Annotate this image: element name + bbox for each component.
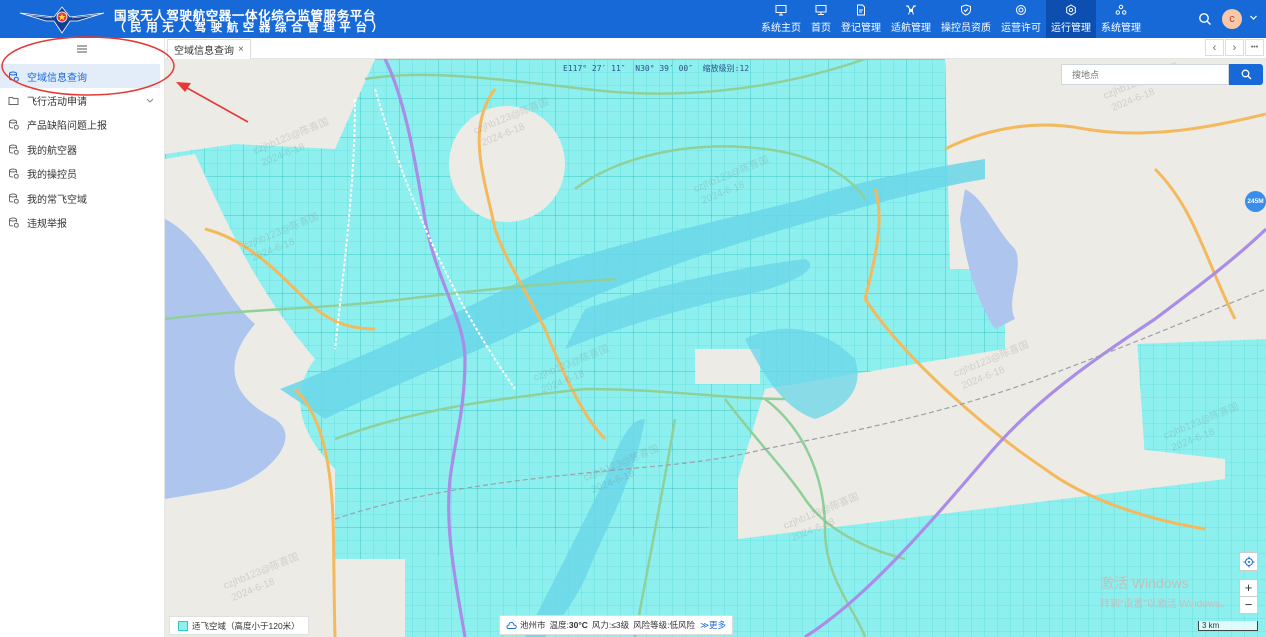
sidebar-item-defect-report[interactable]: 产品缺陷问题上报 <box>0 113 164 137</box>
weather-risk-label: 风险等级: <box>633 620 670 630</box>
stack-coin-icon <box>9 144 19 155</box>
scale-bar: 3 km <box>1198 621 1258 631</box>
nav-item-airworthiness[interactable]: 适航管理 <box>886 0 936 38</box>
chevron-down-icon[interactable] <box>1249 13 1258 22</box>
sidebar-item-label: 我的航空器 <box>27 145 77 157</box>
weather-city: 池州市 <box>520 620 546 630</box>
sidebar-menu: 空域信息查询 飞行活动申请 产品缺陷问题上报 我的航空器 我的操控员 我的常飞空… <box>0 64 164 235</box>
weather-temp: 30°C <box>568 620 588 630</box>
weather-risk: 低风险 <box>669 620 696 630</box>
stack-coin-icon <box>9 71 19 82</box>
tab-prev-button[interactable]: ‹ <box>1205 39 1224 56</box>
nav-label: 操控员资质 <box>941 23 991 34</box>
weather-wind: ≤3级 <box>611 620 630 630</box>
nav-label: 运行管理 <box>1051 23 1091 34</box>
chevron-down-icon <box>146 99 154 104</box>
caac-logo <box>19 6 105 34</box>
monitor-icon <box>775 5 787 16</box>
map-search-button[interactable] <box>1229 64 1263 85</box>
collapse-menu-icon[interactable] <box>76 44 88 54</box>
stack-coin-icon <box>9 193 19 204</box>
nav-label: 系统管理 <box>1101 23 1141 34</box>
tab-bar: 空域信息查询 × ‹ › ••• <box>165 38 1266 59</box>
top-nav: 系统主页 首页 登记管理 适航管理 操控员资质 运营许可 运行管理 系统管理 <box>756 0 1146 38</box>
sidebar-item-label: 产品缺陷问题上报 <box>27 121 107 133</box>
map-canvas[interactable]: czjhb123@陈喜国 2024-6-18 czjhb123@陈喜国 2024… <box>165 59 1266 637</box>
altitude-badge[interactable]: 245M <box>1245 191 1266 212</box>
stack-coin-icon <box>9 119 19 131</box>
nav-item-home[interactable]: 首页 <box>806 0 836 38</box>
sidebar-item-violation-report[interactable]: 违规举报 <box>0 210 164 234</box>
folder-icon <box>8 97 19 106</box>
nav-item-registration[interactable]: 登记管理 <box>836 0 886 38</box>
nav-item-operator-qualification[interactable]: 操控员资质 <box>936 0 996 38</box>
zoom-in-button[interactable]: + <box>1239 579 1258 597</box>
weather-bar: 池州市 温度: 30°C 风力: ≤3级 风险等级: 低风险 ≫更多 <box>499 615 733 635</box>
tab-next-button[interactable]: › <box>1225 39 1244 56</box>
sidebar-item-my-aircraft[interactable]: 我的航空器 <box>0 137 164 161</box>
nav-item-system-home[interactable]: 系统主页 <box>756 0 806 38</box>
tab-more-button[interactable]: ••• <box>1245 39 1264 56</box>
land-city-patch <box>695 349 760 384</box>
zoom-out-button[interactable]: − <box>1239 596 1258 614</box>
sidebar-item-label: 我的操控员 <box>27 170 77 182</box>
sidebar-item-flight-application[interactable]: 飞行活动申请 <box>0 88 164 112</box>
search-icon[interactable] <box>1198 12 1212 26</box>
stack-coin-icon <box>9 168 19 179</box>
nav-item-operation-license[interactable]: 运营许可 <box>996 0 1046 38</box>
nav-label: 适航管理 <box>891 23 931 34</box>
cluster-icon <box>1115 4 1127 15</box>
desktop-icon <box>815 5 827 15</box>
sidebar-item-airspace-query[interactable]: 空域信息查询 <box>0 64 160 89</box>
tab-label: 空域信息查询 <box>174 46 234 57</box>
user-avatar[interactable]: c <box>1222 9 1242 29</box>
airspace-map[interactable]: czjhb123@陈喜国 2024-6-18 czjhb123@陈喜国 2024… <box>165 59 1266 637</box>
platform-subtitle: （民用无人驾驶航空器综合管理平台） <box>114 22 388 34</box>
document-icon <box>857 4 865 16</box>
sidebar-item-my-operators[interactable]: 我的操控员 <box>0 162 164 186</box>
sidebar: 空域信息查询 飞行活动申请 产品缺陷问题上报 我的航空器 我的操控员 我的常飞空… <box>0 38 165 637</box>
weather-wind-label: 风力: <box>591 620 612 630</box>
drone-icon <box>906 5 916 15</box>
sidebar-item-label: 空域信息查询 <box>27 72 87 84</box>
search-icon <box>1241 69 1251 80</box>
legend-swatch <box>178 620 188 631</box>
cloud-icon <box>506 621 517 629</box>
nav-label: 运营许可 <box>1001 23 1041 34</box>
activation-title: 激活 Windows <box>1100 575 1189 591</box>
weather-more-link[interactable]: ≫更多 <box>700 619 726 631</box>
tab-airspace-query[interactable]: 空域信息查询 × <box>167 39 251 59</box>
locate-button[interactable] <box>1239 552 1258 571</box>
nav-label: 首页 <box>811 23 831 34</box>
weather-temp-label: 温度: <box>549 620 569 630</box>
nav-item-operation-management[interactable]: 运行管理 <box>1046 0 1096 38</box>
sidebar-item-label: 飞行活动申请 <box>27 97 87 109</box>
sidebar-item-label: 违规举报 <box>27 219 67 231</box>
stack-coin-icon <box>9 217 19 228</box>
settings-hex-icon <box>1066 4 1076 16</box>
nav-label: 登记管理 <box>841 23 881 34</box>
map-search-input[interactable] <box>1061 64 1229 85</box>
top-header: 国家无人驾驶航空器一体化综合监管服务平台 （民用无人驾驶航空器综合管理平台） 系… <box>0 0 1266 38</box>
coordinate-readout: E117° 27′ 11″ N30° 39′ 00″ 缩放级别:12 <box>563 64 750 73</box>
legend-label: 适飞空域（高度小于120米） <box>192 620 300 631</box>
map-legend: 适飞空域（高度小于120米） <box>169 616 309 635</box>
nav-item-system-management[interactable]: 系统管理 <box>1096 0 1146 38</box>
nav-label: 系统主页 <box>761 23 801 34</box>
sidebar-item-label: 我的常飞空域 <box>27 194 87 206</box>
crosshair-icon <box>1243 556 1254 567</box>
activation-subtitle: 转到“设置”以激活 Windows。 <box>1100 599 1231 610</box>
close-icon[interactable]: × <box>238 44 244 55</box>
badge-icon <box>1016 5 1026 15</box>
windows-activation-watermark: 激活 Windows 转到“设置”以激活 Windows。 <box>1100 573 1230 610</box>
sidebar-item-frequent-airspace[interactable]: 我的常飞空域 <box>0 186 164 210</box>
shield-icon <box>961 4 971 16</box>
